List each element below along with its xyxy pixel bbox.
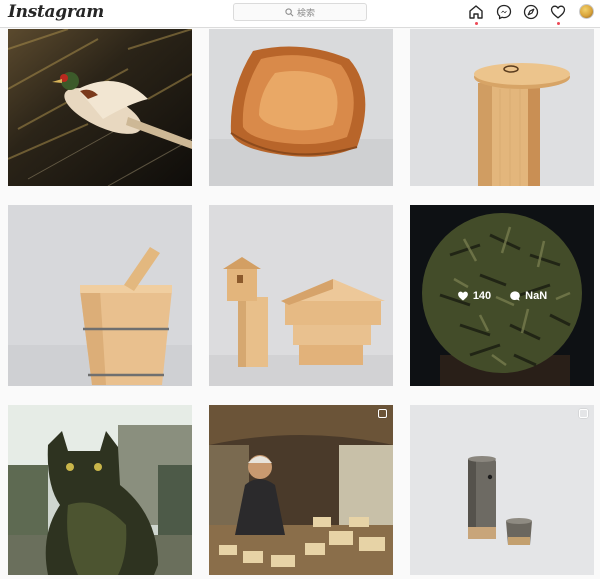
top-navigation-bar: Instagram 検索 [0,0,600,28]
post-thumbnail-wooden-bowl[interactable] [209,29,393,186]
pheasant-photo [8,29,192,186]
wooden-house-boxes-photo [209,205,393,386]
post-thumbnail-wooden-bucket[interactable] [8,205,192,386]
comments-stat: NaN [509,290,547,302]
search-icon [285,7,294,16]
home-active-dot [475,22,478,25]
post-thumbnail-wooden-house-boxes[interactable] [209,205,393,386]
notification-dot [557,22,560,25]
activity-heart-icon[interactable] [550,4,566,20]
post-thumbnail-pheasant[interactable] [8,29,192,186]
search-placeholder: 検索 [296,7,315,18]
comment-filled-icon [510,290,520,301]
explore-icon[interactable] [523,4,539,20]
home-icon[interactable] [468,4,484,20]
post-thumbnail-wooden-canister[interactable] [410,29,594,186]
post-thumbnail-cat-in-workshop[interactable] [8,405,192,575]
post-thumbnail-wood-sphere-sculpture[interactable]: 140 NaN [410,205,594,386]
likes-stat: 140 [457,290,491,302]
post-thumbnail-canister-and-cup[interactable] [410,405,594,575]
canister-and-cup-photo [410,405,594,575]
comments-count: NaN [525,289,548,302]
wooden-bucket-photo [8,205,192,386]
instagram-logo[interactable]: Instagram [8,2,104,22]
post-thumbnail-craftsman-workshop[interactable] [209,405,393,575]
craftsman-workshop-photo [209,405,393,575]
wooden-canister-photo [410,29,594,186]
heart-filled-icon [457,291,468,300]
messenger-icon[interactable] [496,4,512,20]
post-hover-overlay: 140 NaN [410,205,594,386]
wooden-bowl-photo [209,29,393,186]
multiple-images-icon [378,409,387,418]
profile-avatar[interactable] [579,4,594,19]
likes-count: 140 [472,289,492,302]
search-input[interactable]: 検索 [233,3,367,21]
cat-in-workshop-photo [8,405,192,575]
multiple-images-icon [579,409,588,418]
